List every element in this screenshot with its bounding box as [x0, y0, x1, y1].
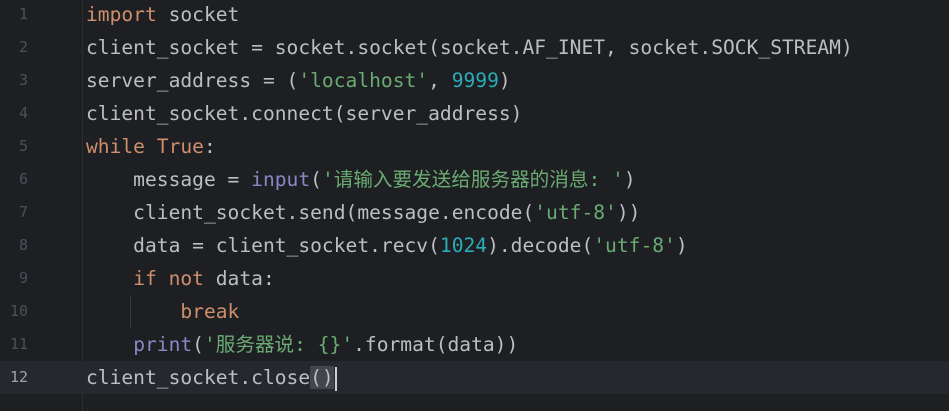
- line-number: 3: [18, 71, 28, 89]
- code-token: :: [203, 135, 216, 158]
- code-token: break: [180, 300, 240, 323]
- code-token: client_socket.connect(server_address): [86, 102, 523, 125]
- code-token: 'localhost': [298, 69, 429, 92]
- code-text: client_socket.send(message.encode('utf-8…: [86, 196, 640, 229]
- code-token: message =: [86, 168, 252, 191]
- line-number: 8: [18, 236, 28, 254]
- code-token: 'utf-8': [534, 201, 617, 224]
- code-line[interactable]: 12 client_socket.close(): [0, 361, 949, 394]
- code-line[interactable]: 11 print('服务器说: {}'.format(data)): [0, 328, 949, 361]
- code-token: '服务器说: {}': [203, 333, 354, 356]
- code-line[interactable]: 5 while True:: [0, 130, 949, 163]
- code-token: ).decode(: [487, 234, 594, 257]
- code-token: if: [133, 267, 157, 290]
- code-text: server_address = ('localhost', 9999): [86, 64, 511, 97]
- line-number: 7: [18, 203, 28, 221]
- code-token: )): [616, 201, 641, 224]
- code-token: input: [251, 168, 311, 191]
- line-number: 4: [18, 104, 28, 122]
- line-number: 11: [9, 335, 28, 353]
- code-token: .format(data)): [353, 333, 519, 356]
- code-token: ): [623, 168, 636, 191]
- line-number: 10: [9, 302, 28, 320]
- code-text: data = client_socket.recv(1024).decode('…: [86, 229, 688, 262]
- code-token: client_socket = socket.socket(socket.AF_…: [86, 36, 853, 59]
- code-text: print('服务器说: {}'.format(data)): [86, 328, 518, 361]
- code-text: client_socket.connect(server_address): [86, 97, 522, 130]
- code-token: data = client_socket.recv(: [86, 234, 440, 257]
- code-text: client_socket.close(): [86, 361, 337, 394]
- code-line[interactable]: 9 if not data:: [0, 262, 949, 295]
- code-token: (: [310, 168, 322, 191]
- code-token: ,: [428, 69, 452, 92]
- line-number: 1: [18, 5, 28, 23]
- code-token: print: [133, 333, 193, 356]
- line-number: 9: [18, 269, 28, 287]
- code-token: server_address = (: [86, 69, 299, 92]
- code-token: 'utf-8': [593, 234, 676, 257]
- code-line[interactable]: 4 client_socket.connect(server_address): [0, 97, 949, 130]
- code-token: ): [498, 69, 511, 92]
- code-token: (): [310, 366, 334, 389]
- code-token: client_socket.send(message.encode(: [86, 201, 535, 224]
- code-line[interactable]: 3 server_address = ('localhost', 9999): [0, 64, 949, 97]
- code-line[interactable]: 7 client_socket.send(message.encode('utf…: [0, 196, 949, 229]
- code-text: while True:: [86, 130, 216, 163]
- code-line[interactable]: 10 break: [0, 295, 949, 328]
- code-text: if not data:: [86, 262, 275, 295]
- code-editor[interactable]: 1 import socket 2 client_socket = socket.so…: [0, 0, 949, 411]
- code-token: ): [675, 234, 688, 257]
- code-line[interactable]: 8 data = client_socket.recv(1024).decode…: [0, 229, 949, 262]
- code-token: '请输入要发送给服务器的消息: ': [321, 168, 624, 191]
- line-number: 6: [18, 170, 28, 188]
- line-number: 2: [18, 38, 28, 56]
- code-token: 1024: [439, 234, 488, 257]
- code-token: client_socket.close: [86, 366, 311, 389]
- line-number: 12: [9, 368, 28, 386]
- code-text: break: [86, 295, 239, 328]
- text-caret: [334, 366, 337, 391]
- code-line[interactable]: 6 message = input('请输入要发送给服务器的消息: '): [0, 163, 949, 196]
- code-token: 9999: [451, 69, 499, 92]
- code-token: socket: [156, 3, 240, 26]
- line-number: 5: [18, 137, 28, 155]
- code-text: message = input('请输入要发送给服务器的消息: '): [86, 163, 636, 196]
- code-token: while: [86, 135, 145, 158]
- code-token: (: [192, 333, 204, 356]
- code-text: client_socket = socket.socket(socket.AF_…: [86, 31, 853, 64]
- code-line[interactable]: 1 import socket: [0, 0, 949, 31]
- code-token: import: [86, 3, 157, 26]
- code-token: data:: [203, 267, 275, 290]
- code-line[interactable]: 2 client_socket = socket.socket(socket.AF…: [0, 31, 949, 64]
- code-token: True: [156, 135, 204, 158]
- code-text: import socket: [86, 0, 239, 31]
- code-token: not: [168, 267, 204, 290]
